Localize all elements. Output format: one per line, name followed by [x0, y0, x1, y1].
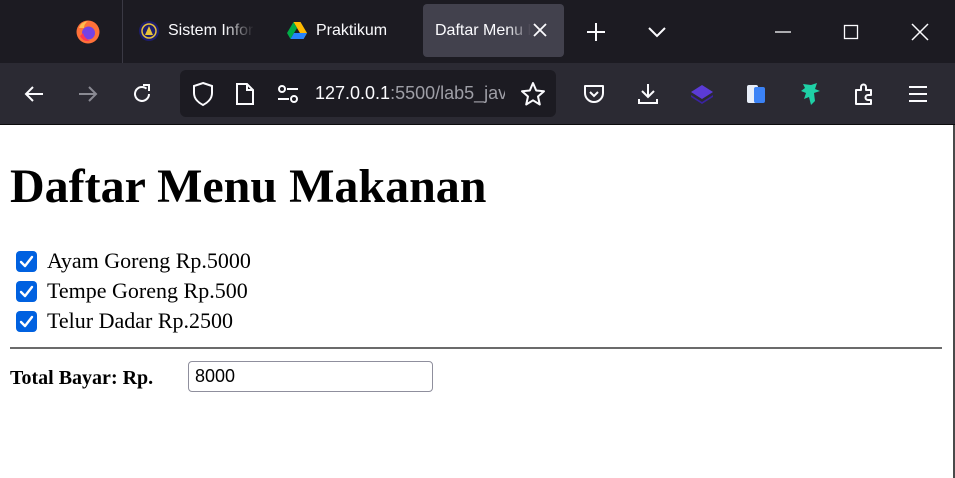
menu-button[interactable]	[905, 81, 931, 107]
page-icon[interactable]	[235, 82, 255, 106]
tab-label: Praktikum	[316, 21, 388, 39]
plus-icon	[587, 23, 605, 41]
menu-item-tempe-goreng[interactable]: Tempe Goreng Rp.500	[16, 276, 248, 306]
back-button[interactable]	[21, 81, 47, 107]
tab-strip: Sistem Informasi Praktikum Daftar Menu M…	[0, 0, 955, 63]
shield-icon[interactable]	[191, 81, 215, 107]
layers-extension-icon	[691, 85, 713, 104]
maximize-button[interactable]	[839, 20, 863, 44]
extension-files-button[interactable]	[743, 81, 769, 107]
downloads-button[interactable]	[635, 81, 661, 107]
check-icon	[19, 315, 34, 327]
minimize-button[interactable]	[771, 20, 795, 44]
item-label: Telur Dadar Rp.2500	[47, 308, 234, 333]
minimize-icon	[775, 31, 791, 33]
url-bar[interactable]: 127.0.0.1:5500/lab5_jav	[180, 70, 556, 117]
divider	[10, 347, 942, 349]
navigation-toolbar: 127.0.0.1:5500/lab5_jav	[0, 63, 955, 125]
checkbox-ayam-goreng[interactable]	[16, 250, 37, 272]
extension-dragon-button[interactable]	[797, 81, 823, 107]
puzzle-icon	[855, 83, 872, 105]
extension-layers-button[interactable]	[689, 81, 715, 107]
permissions-icon[interactable]	[276, 84, 300, 104]
back-arrow-icon	[24, 86, 43, 102]
dragon-extension-icon	[801, 83, 820, 105]
reload-icon	[134, 84, 150, 102]
chevron-down-icon	[648, 27, 666, 38]
check-icon	[19, 255, 34, 267]
reload-button[interactable]	[129, 81, 155, 107]
check-icon	[19, 285, 34, 297]
page-title: Daftar Menu Makanan	[10, 160, 487, 213]
menu-item-telur-dadar[interactable]: Telur Dadar Rp.2500	[16, 306, 233, 336]
close-icon	[911, 23, 929, 41]
firefox-icon[interactable]	[75, 19, 101, 45]
tab-label: Sistem Informasi	[168, 21, 254, 39]
checkbox-telur-dadar[interactable]	[16, 310, 37, 332]
pocket-icon	[584, 85, 604, 103]
maximize-icon	[843, 24, 859, 40]
checkbox-tempe-goreng[interactable]	[16, 280, 37, 302]
files-extension-icon	[747, 85, 765, 103]
forward-arrow-icon	[79, 86, 98, 102]
url-path: :5500/lab5_jav	[390, 83, 505, 103]
page-content: Daftar Menu Makanan Ayam Goreng Rp.5000 …	[0, 125, 952, 478]
bookmark-star-icon[interactable]	[520, 81, 546, 107]
menu-item-ayam-goreng[interactable]: Ayam Goreng Rp.5000	[16, 246, 251, 276]
download-icon	[638, 84, 658, 104]
pocket-button[interactable]	[581, 81, 607, 107]
tab-daftar-menu[interactable]: Daftar Menu Makanan	[423, 4, 564, 57]
item-label: Tempe Goreng Rp.500	[47, 278, 248, 303]
url-host: 127.0.0.1	[315, 83, 391, 103]
tab-praktikum[interactable]: Praktikum	[286, 4, 412, 57]
total-input[interactable]: 8000	[188, 361, 433, 392]
google-drive-icon	[287, 21, 307, 39]
extensions-button[interactable]	[851, 81, 877, 107]
item-label: Ayam Goreng Rp.5000	[47, 248, 251, 273]
university-logo-icon	[139, 20, 159, 41]
url-text[interactable]: 127.0.0.1:5500/lab5_jav	[315, 83, 505, 104]
tab-separator	[122, 0, 123, 63]
forward-button[interactable]	[75, 81, 101, 107]
hamburger-menu-icon	[909, 86, 927, 102]
tab-label: Daftar Menu Makanan	[435, 21, 531, 39]
tab-sistem-informasi[interactable]: Sistem Informasi	[138, 4, 258, 57]
list-tabs-button[interactable]	[645, 20, 669, 44]
close-window-button[interactable]	[908, 20, 932, 44]
new-tab-button[interactable]	[584, 20, 608, 44]
total-label: Total Bayar: Rp.	[10, 366, 154, 389]
close-tab-icon[interactable]	[531, 21, 549, 39]
